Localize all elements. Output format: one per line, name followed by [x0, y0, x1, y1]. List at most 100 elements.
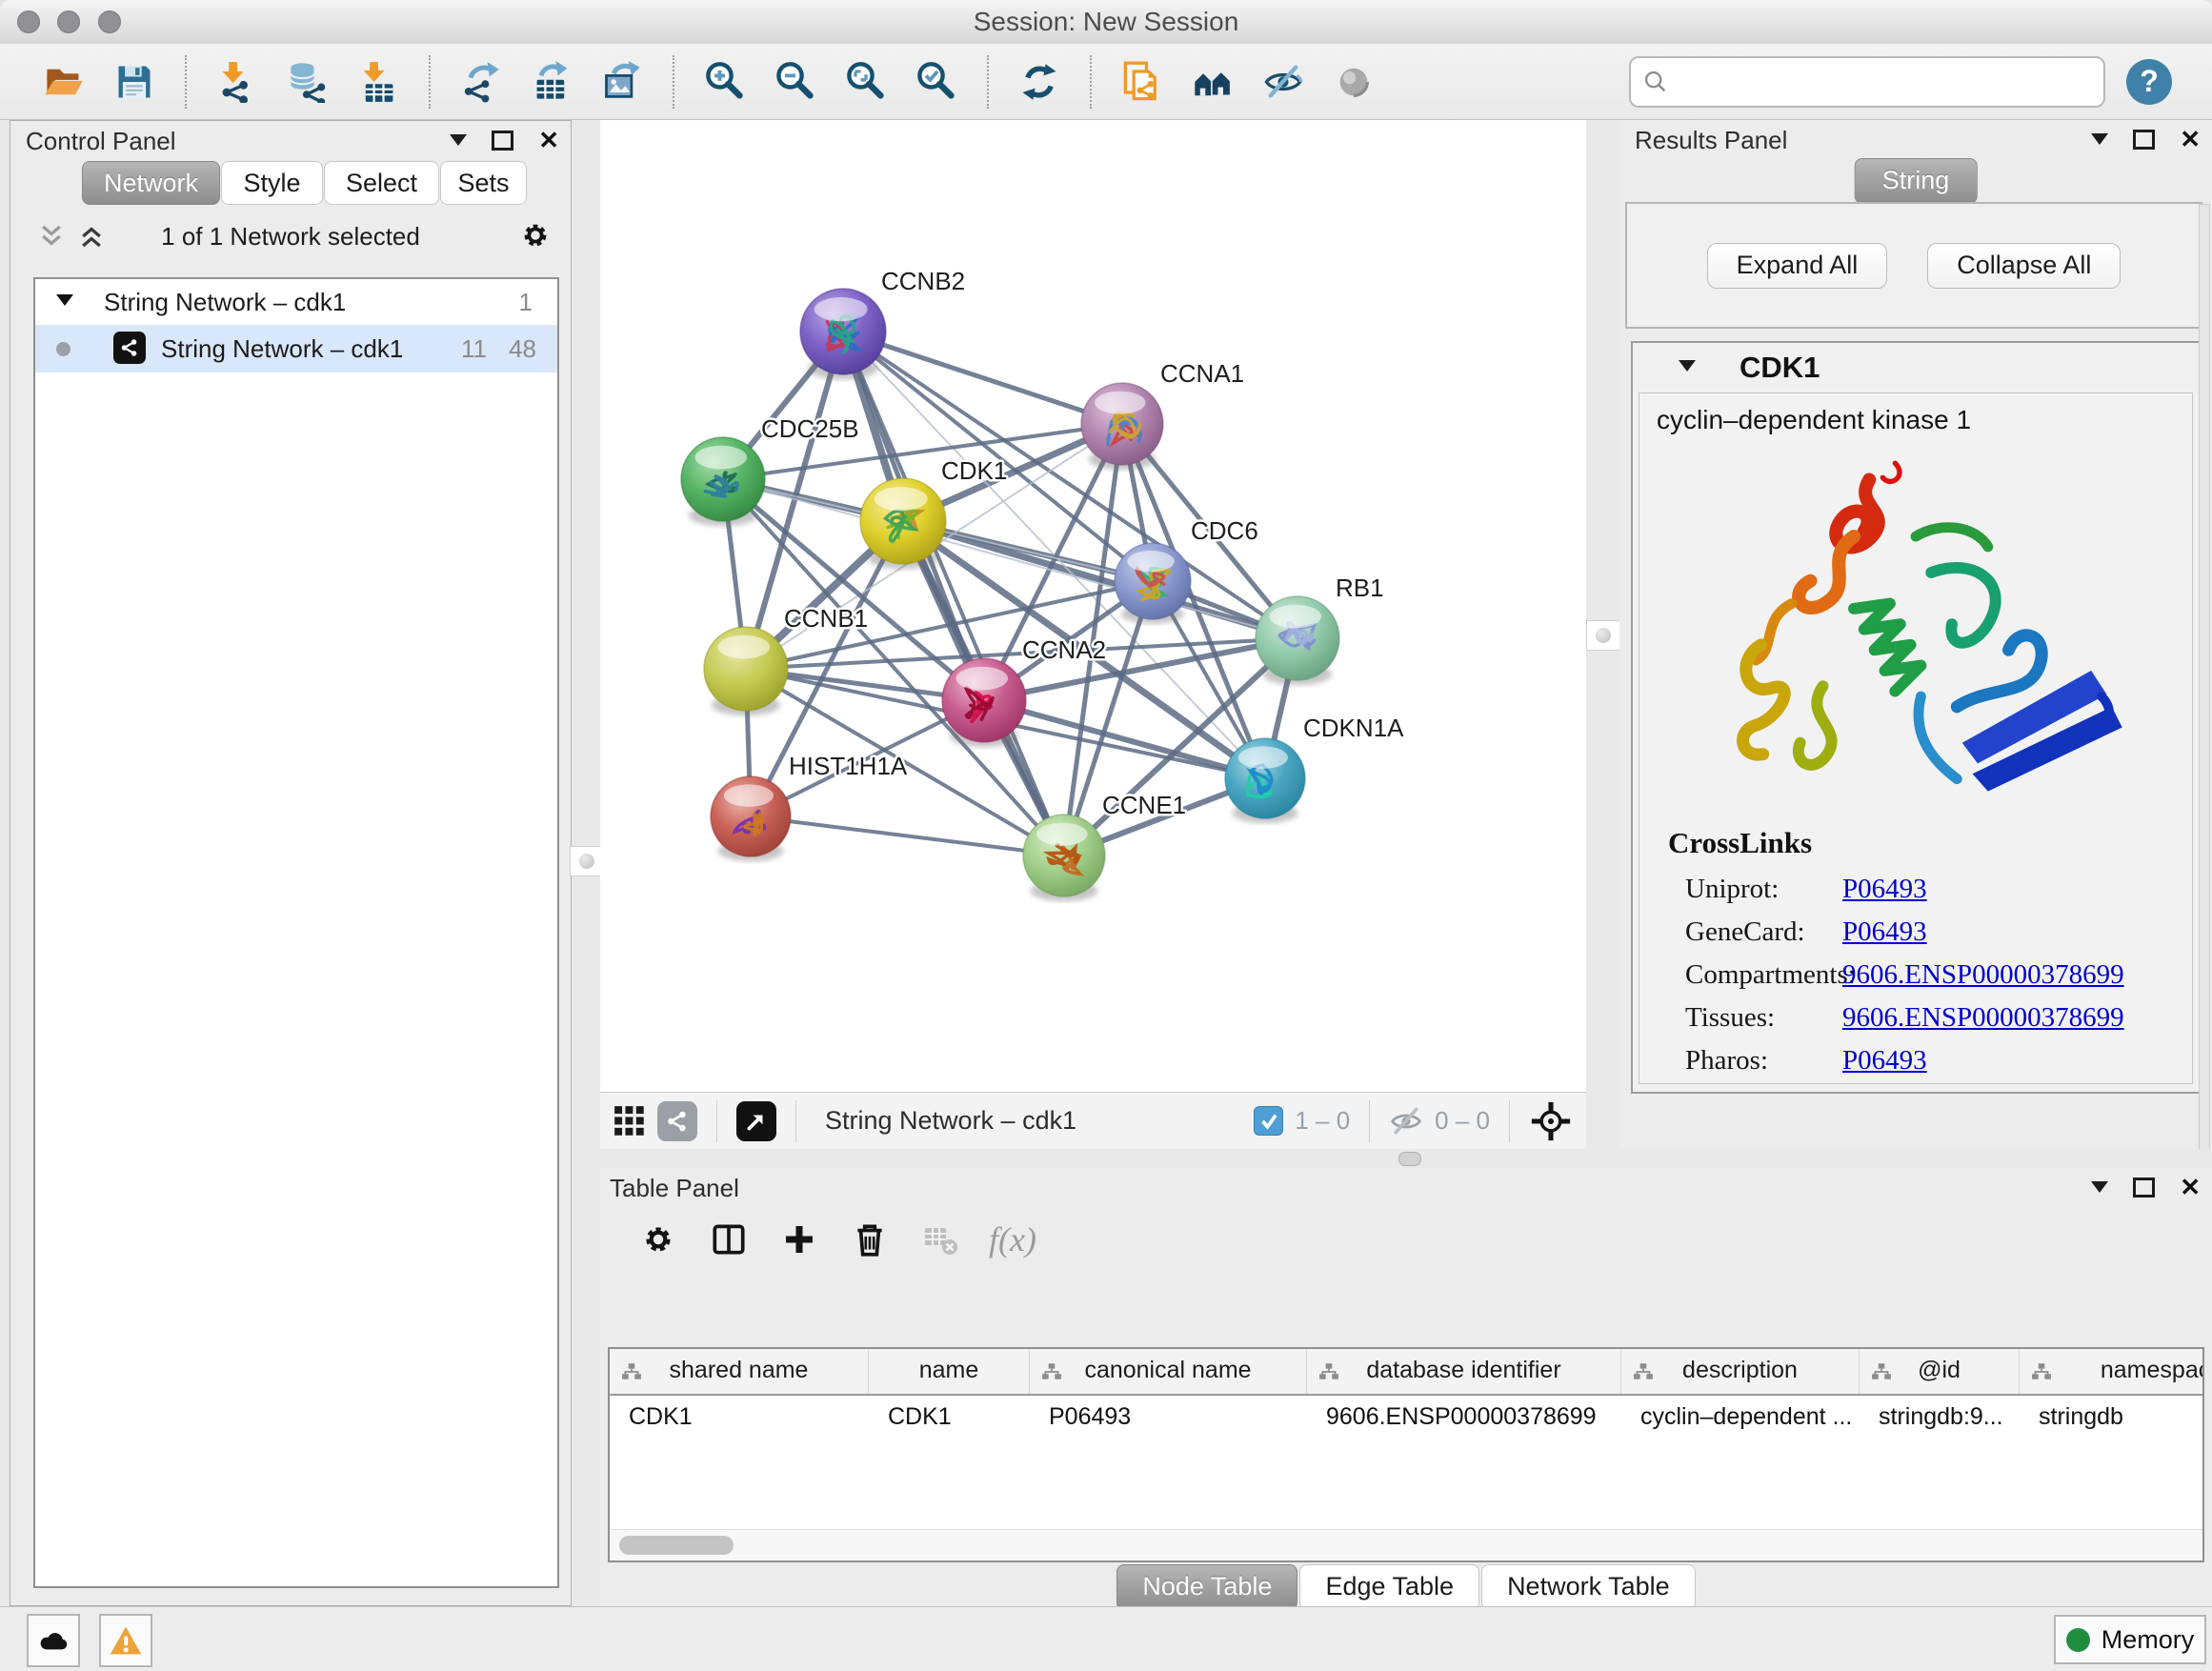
crosslink-link[interactable]: 9606.ENSP00000378699 — [1842, 959, 2124, 991]
export-network-button[interactable] — [453, 54, 509, 110]
table-cell[interactable]: CDK1 — [869, 1396, 1030, 1438]
table-options-gear-icon[interactable] — [636, 1218, 680, 1261]
network-node[interactable] — [860, 478, 946, 569]
column-header-shared-name[interactable]: shared name — [610, 1349, 869, 1394]
table-cell[interactable]: stringdb — [2020, 1396, 2204, 1438]
horizontal-splitter[interactable] — [572, 1149, 2212, 1168]
vertical-splitter-handle[interactable] — [570, 846, 604, 876]
table-cell[interactable]: CDK1 — [610, 1396, 869, 1438]
open-session-button[interactable] — [36, 54, 91, 110]
zoom-selected-button[interactable] — [909, 54, 964, 110]
column-header--id[interactable]: @id — [1860, 1349, 2020, 1394]
network-options-gear-icon[interactable] — [517, 217, 553, 253]
save-session-button[interactable] — [107, 54, 162, 110]
memory-button[interactable]: Memory — [2054, 1615, 2206, 1664]
tab-edge-table[interactable]: Edge Table — [1299, 1564, 1479, 1610]
crosslink-link[interactable]: P06493 — [1842, 916, 1927, 948]
export-table-button[interactable] — [524, 54, 579, 110]
scrollbar-thumb[interactable] — [619, 1536, 734, 1555]
vertical-splitter[interactable] — [572, 120, 600, 1149]
column-header-description[interactable]: description — [1621, 1349, 1860, 1394]
column-header-name[interactable]: name — [869, 1349, 1030, 1394]
show-graphics-details-button[interactable] — [1326, 54, 1381, 110]
tab-style[interactable]: Style — [221, 161, 323, 205]
hide-selected-button[interactable] — [1256, 54, 1311, 110]
add-column-icon[interactable] — [777, 1218, 821, 1261]
import-table-from-file-button[interactable] — [351, 54, 406, 110]
close-panel-icon[interactable]: ✕ — [2180, 127, 2201, 151]
zoom-in-button[interactable] — [697, 54, 753, 110]
zoom-fit-content-button[interactable] — [838, 54, 894, 110]
network-node[interactable] — [942, 658, 1026, 747]
import-string-network-button[interactable] — [1115, 54, 1170, 110]
crosslink-link[interactable]: P06493 — [1842, 874, 1927, 905]
panel-menu-icon[interactable] — [2091, 133, 2108, 145]
table-cell[interactable]: 9606.ENSP00000378699 — [1307, 1396, 1621, 1438]
network-edge[interactable] — [751, 816, 1064, 856]
close-panel-icon[interactable]: ✕ — [538, 128, 559, 152]
float-panel-icon[interactable] — [2133, 1178, 2155, 1198]
network-node[interactable] — [1225, 738, 1305, 823]
grid-view-icon[interactable] — [613, 1105, 646, 1137]
zoom-out-button[interactable] — [768, 54, 823, 110]
window-zoom-button[interactable] — [98, 10, 121, 33]
close-panel-icon[interactable]: ✕ — [2180, 1175, 2201, 1199]
export-image-button[interactable] — [594, 54, 650, 110]
network-node[interactable] — [1256, 596, 1339, 685]
collapse-all-button[interactable]: Collapse All — [1927, 243, 2121, 289]
float-panel-icon[interactable] — [492, 131, 513, 151]
cloud-status-button[interactable] — [27, 1614, 80, 1667]
crosslink-link[interactable]: P06493 — [1842, 1045, 1927, 1077]
vertical-splitter-handle[interactable] — [1586, 620, 1620, 651]
window-close-button[interactable] — [17, 10, 40, 33]
import-network-from-database-button[interactable] — [280, 54, 335, 110]
import-network-from-file-button[interactable] — [210, 54, 265, 110]
network-node[interactable] — [681, 437, 765, 526]
table-cell[interactable]: cyclin–dependent ... — [1621, 1396, 1860, 1438]
tab-select[interactable]: Select — [324, 161, 439, 205]
tab-sets[interactable]: Sets — [440, 161, 527, 205]
collapse-gene-icon[interactable] — [1679, 360, 1696, 372]
table-cell[interactable]: P06493 — [1030, 1396, 1307, 1438]
tab-network[interactable]: Network — [82, 161, 220, 205]
show-all-networks-button[interactable] — [1185, 54, 1240, 110]
network-node[interactable] — [1115, 543, 1191, 624]
panel-menu-icon[interactable] — [450, 134, 467, 146]
network-row[interactable]: String Network – cdk1 11 48 — [35, 325, 557, 372]
help-button[interactable]: ? — [2126, 59, 2172, 105]
show-columns-icon[interactable] — [707, 1218, 751, 1261]
window-minimize-button[interactable] — [57, 10, 80, 33]
table-cell[interactable]: stringdb:9... — [1860, 1396, 2020, 1438]
tab-string[interactable]: String — [1855, 158, 1978, 204]
column-header-database-identifier[interactable]: database identifier — [1307, 1349, 1621, 1394]
warnings-button[interactable] — [99, 1614, 152, 1667]
horizontal-splitter-handle[interactable] — [1398, 1152, 1421, 1166]
selected-checkbox-icon[interactable] — [1254, 1106, 1283, 1136]
network-node[interactable] — [1023, 815, 1105, 901]
birds-eye-view-button[interactable] — [736, 1101, 776, 1141]
network-node[interactable] — [1081, 383, 1163, 470]
network-node[interactable] — [800, 289, 886, 379]
network-edge[interactable] — [843, 332, 1122, 424]
network-node[interactable] — [704, 627, 788, 715]
tab-node-table[interactable]: Node Table — [1116, 1564, 1297, 1610]
column-header-namespace[interactable]: namespace — [2020, 1349, 2204, 1394]
results-scrollbar[interactable] — [2199, 204, 2210, 1212]
network-collection-row[interactable]: String Network – cdk1 1 — [35, 279, 557, 325]
refresh-layout-button[interactable] — [1012, 54, 1067, 110]
tree-expanded-icon[interactable] — [56, 294, 73, 306]
network-canvas[interactable]: CCNB2CCNA1CDC25BCDK1CDC6RB1CCNB1CCNA2CDK… — [600, 120, 1587, 1092]
column-header-canonical-name[interactable]: canonical name — [1030, 1349, 1307, 1394]
crosslink-link[interactable]: 9606.ENSP00000378699 — [1842, 1002, 2124, 1034]
vertical-splitter-right[interactable] — [1586, 120, 1619, 1149]
tab-network-table[interactable]: Network Table — [1481, 1564, 1696, 1610]
network-share-view-button[interactable] — [657, 1101, 697, 1141]
delete-column-trash-icon[interactable] — [848, 1218, 892, 1261]
table-row[interactable]: CDK1CDK1P064939606.ENSP00000378699cyclin… — [610, 1396, 2202, 1438]
search-input[interactable] — [1669, 57, 2092, 107]
fit-selected-crosshair-icon[interactable] — [1529, 1099, 1573, 1143]
table-horizontal-scrollbar[interactable] — [610, 1529, 2202, 1560]
float-panel-icon[interactable] — [2133, 130, 2155, 150]
expand-all-button[interactable]: Expand All — [1707, 243, 1888, 289]
panel-menu-icon[interactable] — [2091, 1181, 2108, 1193]
